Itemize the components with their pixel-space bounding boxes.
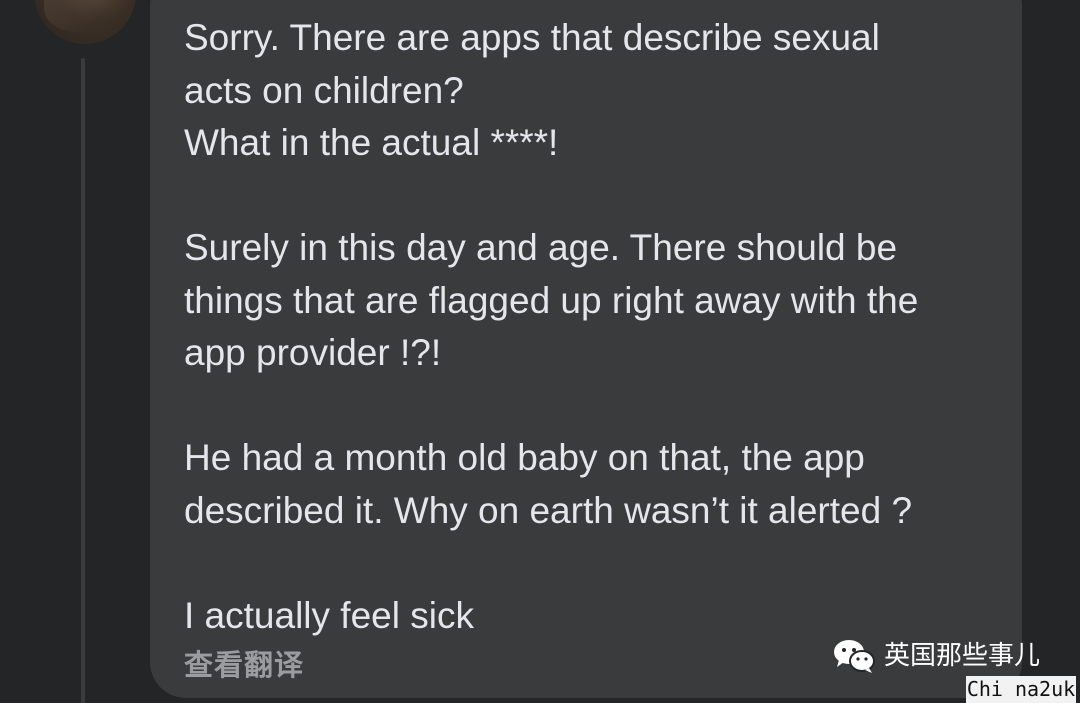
comment-paragraph bbox=[184, 537, 1004, 590]
comment-paragraph: Surely in this day and age. There should… bbox=[184, 227, 919, 373]
avatar[interactable] bbox=[34, 0, 136, 44]
comment-paragraph: He had a month old baby on that, the app… bbox=[184, 437, 913, 531]
comment-thread-view: Sorry. There are apps that describe sexu… bbox=[0, 0, 1080, 703]
comment-paragraph: Sorry. There are apps that describe sexu… bbox=[184, 17, 880, 163]
site-watermark-label: Chi na2uk bbox=[966, 676, 1076, 703]
comment-paragraph: I actually feel sick bbox=[184, 594, 474, 636]
watermark-account-name: 英国那些事儿 bbox=[884, 641, 1041, 671]
thread-line bbox=[81, 58, 85, 703]
see-translation-link[interactable]: 查看翻译 bbox=[184, 645, 304, 685]
wechat-watermark: 英国那些事儿 bbox=[832, 636, 1040, 676]
comment-body: Sorry. There are apps that describe sexu… bbox=[184, 12, 1004, 642]
comment-paragraph bbox=[184, 380, 1004, 433]
comment-paragraph bbox=[184, 170, 1004, 223]
wechat-icon bbox=[834, 640, 875, 673]
